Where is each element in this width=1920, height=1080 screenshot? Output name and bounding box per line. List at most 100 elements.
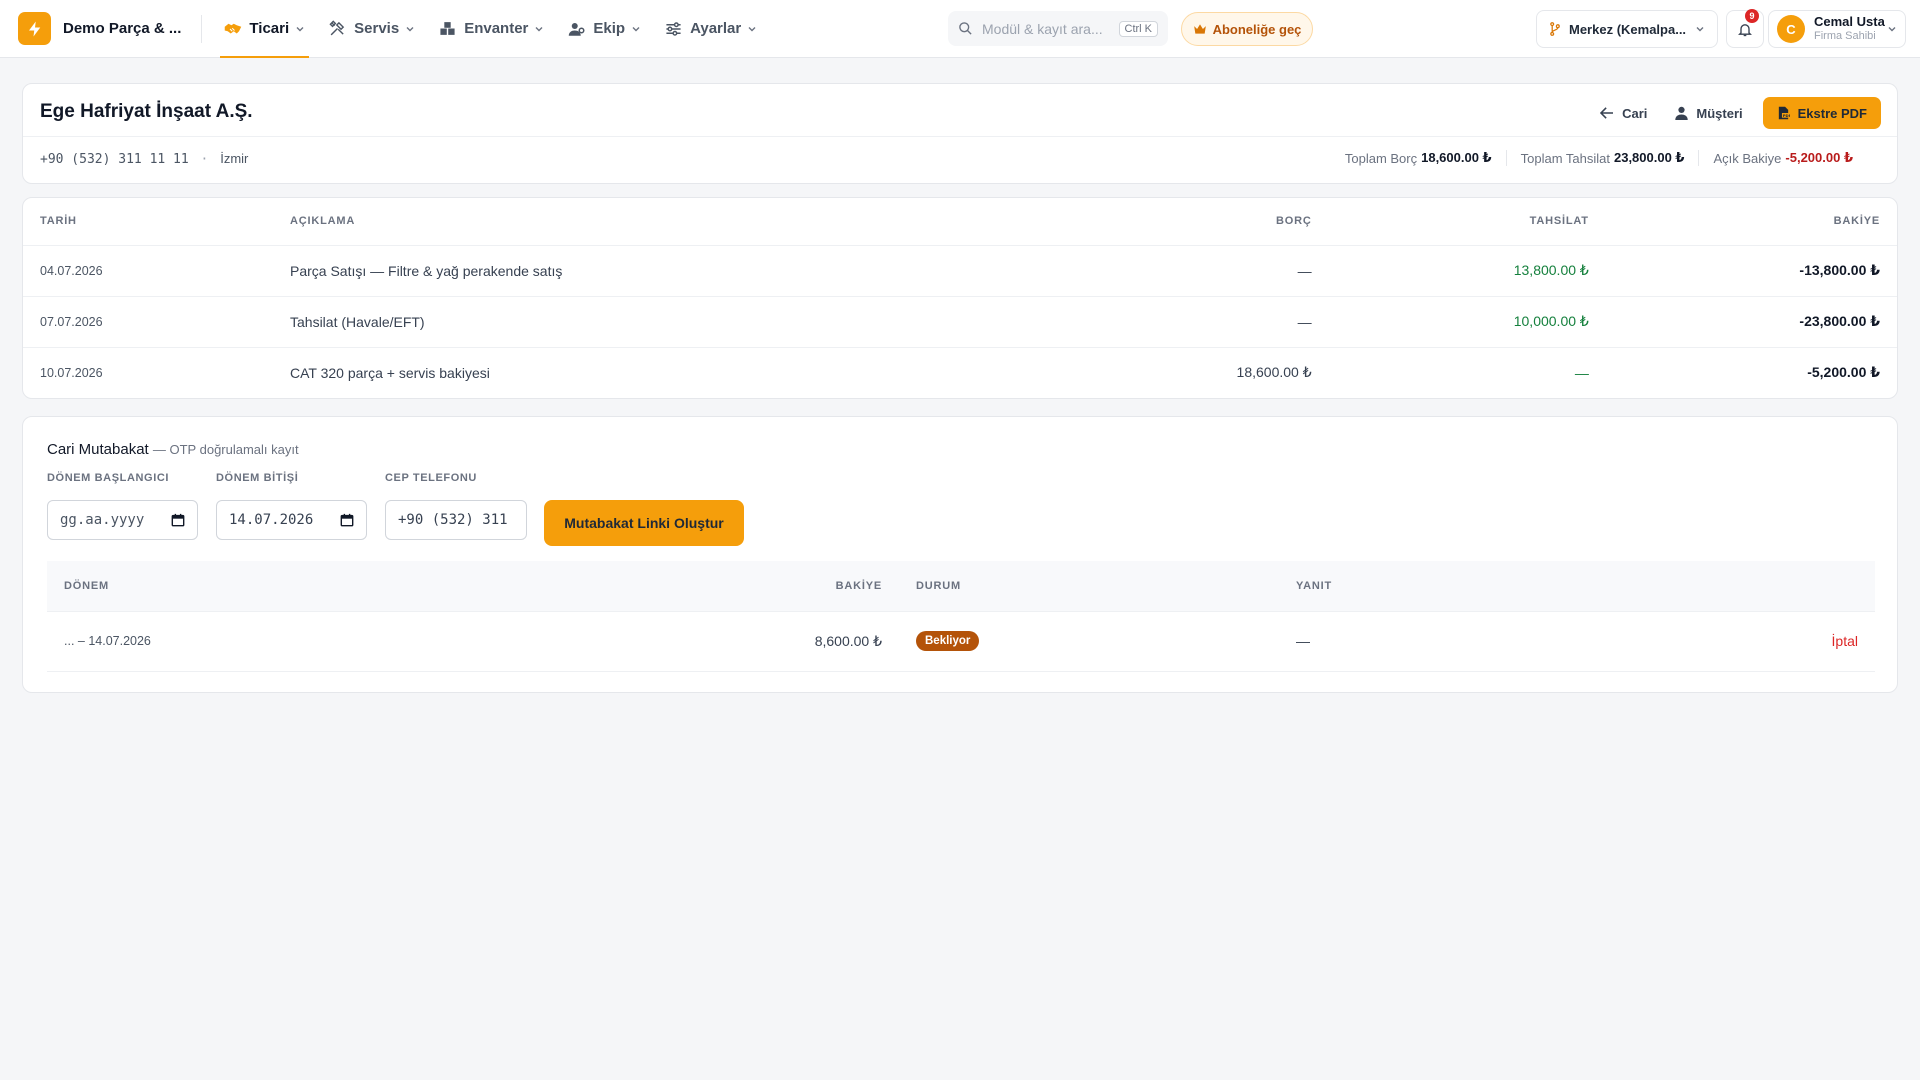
ledger-table: TARİH AÇIKLAMA BORÇ TAHSİLAT BAKİYE 04.0… bbox=[23, 198, 1897, 398]
nav-item-servis[interactable]: Servis bbox=[325, 0, 419, 58]
notifications-button[interactable]: 9 bbox=[1726, 9, 1764, 48]
divider bbox=[23, 136, 1897, 137]
lightning-logo-icon bbox=[18, 12, 51, 45]
customer-contact: +90 (532) 311 11 11 · İzmir bbox=[40, 151, 248, 167]
total-collection-value: 23,800.00 ₺ bbox=[1613, 150, 1685, 165]
chevron-down-icon bbox=[295, 24, 305, 34]
ledger-header-row: TARİH AÇIKLAMA BORÇ TAHSİLAT BAKİYE bbox=[23, 198, 1897, 246]
period-end-field[interactable]: 14.07.2026 bbox=[216, 500, 367, 540]
nav-item-envanter[interactable]: Envanter bbox=[435, 0, 548, 58]
calendar-icon bbox=[171, 513, 185, 527]
column-header-balance[interactable]: BAKİYE bbox=[1605, 198, 1897, 246]
cell-collection: 13,800.00 ₺ bbox=[1328, 245, 1606, 297]
ledger-card: TARİH AÇIKLAMA BORÇ TAHSİLAT BAKİYE 04.0… bbox=[22, 197, 1898, 399]
nav-item-ayarlar[interactable]: Ayarlar bbox=[661, 0, 761, 58]
chevron-down-icon bbox=[747, 24, 757, 34]
pdf-file-icon: PDF bbox=[1777, 106, 1790, 120]
phone-label: CEP TELEFONU bbox=[385, 472, 477, 484]
column-header-date[interactable]: TARİH bbox=[23, 198, 273, 246]
period-start-label: DÖNEM BAŞLANGICI bbox=[47, 472, 170, 484]
nav-label: Ekip bbox=[593, 20, 626, 37]
create-reconciliation-link-button[interactable]: Mutabakat Linki Oluştur bbox=[544, 500, 744, 546]
customer-name: Ege Hafriyat İnşaat A.Ş. bbox=[40, 101, 253, 122]
cell-debt: — bbox=[1051, 296, 1329, 348]
reconciliation-title: Cari Mutabakat — OTP doğrulamalı kayıt bbox=[47, 441, 299, 458]
open-balance: Açık Bakiye -5,200.00 ₺ bbox=[1698, 150, 1867, 166]
warehouse-icon bbox=[439, 20, 457, 38]
cell-status: Bekliyor bbox=[899, 611, 1279, 672]
customer-profile-button[interactable]: Müşteri bbox=[1675, 106, 1743, 121]
open-balance-value: -5,200.00 ₺ bbox=[1785, 150, 1853, 165]
reconciliation-title-main: Cari Mutabakat bbox=[47, 441, 149, 458]
period-end-label: DÖNEM BİTİŞİ bbox=[216, 472, 299, 484]
search-input[interactable]: Modül & kayıt ara... Ctrl K bbox=[948, 11, 1168, 46]
column-header-balance: BAKİYE bbox=[767, 561, 899, 612]
table-row[interactable]: 04.07.2026 Parça Satışı — Filtre & yağ p… bbox=[23, 245, 1897, 297]
reconciliation-table: DÖNEM BAKİYE DURUM YANIT ... – 14.07.202… bbox=[47, 561, 1875, 672]
upgrade-button[interactable]: Aboneliğe geç bbox=[1181, 12, 1313, 46]
cell-date: 04.07.2026 bbox=[23, 245, 273, 297]
table-row: ... – 14.07.2026 8,600.00 ₺ Bekliyor — İ… bbox=[47, 611, 1875, 672]
cell-collection: 10,000.00 ₺ bbox=[1328, 296, 1606, 348]
phone-input[interactable]: +90 (532) 311 bbox=[385, 500, 527, 540]
team-icon bbox=[568, 20, 586, 38]
notification-count-badge: 9 bbox=[1745, 9, 1759, 23]
svg-text:PDF: PDF bbox=[1782, 113, 1789, 118]
column-header-collection[interactable]: TAHSİLAT bbox=[1328, 198, 1606, 246]
table-row[interactable]: 10.07.2026 CAT 320 parça + servis bakiye… bbox=[23, 347, 1897, 398]
cell-debt: 18,600.00 ₺ bbox=[1236, 364, 1312, 381]
cell-balance: -13,800.00 ₺ bbox=[1605, 245, 1897, 297]
chevron-down-icon bbox=[534, 24, 544, 34]
column-header-debt[interactable]: BORÇ bbox=[1051, 198, 1329, 246]
contact-separator: · bbox=[200, 152, 209, 167]
top-bar: Demo Parça & ... Ticari Servis Envanter bbox=[0, 0, 1920, 58]
arrow-left-icon bbox=[1600, 107, 1614, 119]
divider bbox=[201, 14, 203, 43]
back-to-cari-button[interactable]: Cari bbox=[1600, 106, 1647, 121]
user-icon bbox=[1675, 106, 1689, 120]
cell-action: İptal bbox=[1598, 611, 1875, 672]
back-label: Cari bbox=[1622, 105, 1648, 121]
period-start-field[interactable]: gg.aa.yyyy bbox=[47, 500, 198, 540]
header-actions: Cari Müşteri PDF Ekstre PDF bbox=[1572, 97, 1881, 129]
search-icon bbox=[958, 21, 973, 36]
calendar-icon bbox=[340, 513, 354, 527]
branch-icon bbox=[1549, 22, 1561, 36]
main-nav: Ticari Servis Envanter Ekip Ayarlar bbox=[220, 0, 777, 58]
pdf-label: Ekstre PDF bbox=[1797, 105, 1867, 121]
cell-description: Tahsilat (Havale/EFT) bbox=[273, 296, 1052, 348]
tools-icon bbox=[329, 20, 347, 38]
nav-label: Envanter bbox=[464, 20, 529, 37]
avatar: C bbox=[1777, 15, 1805, 43]
branch-selector[interactable]: Merkez (Kemalpa... bbox=[1536, 10, 1718, 48]
sliders-icon bbox=[665, 20, 683, 38]
upgrade-label: Aboneliğe geç bbox=[1212, 21, 1302, 37]
chevron-down-icon bbox=[1887, 24, 1897, 34]
statement-pdf-button[interactable]: PDF Ekstre PDF bbox=[1762, 97, 1881, 129]
column-header-status: DURUM bbox=[899, 561, 1279, 612]
customer-header-card: Ege Hafriyat İnşaat A.Ş. Cari Müşteri PD… bbox=[22, 83, 1898, 184]
cell-debt: — bbox=[1051, 245, 1329, 297]
totals-summary: Toplam Borç 18,600.00 ₺ Toplam Tahsilat … bbox=[1331, 150, 1867, 166]
reconciliation-card: Cari Mutabakat — OTP doğrulamalı kayıt D… bbox=[22, 416, 1898, 693]
customer-city: İzmir bbox=[220, 151, 249, 166]
status-badge: Bekliyor bbox=[916, 631, 980, 651]
user-role: Firma Sahibi bbox=[1814, 30, 1876, 43]
period-end-value: 14.07.2026 bbox=[229, 512, 314, 528]
shortcut-hint: Ctrl K bbox=[1118, 20, 1158, 37]
column-header-period: DÖNEM bbox=[47, 561, 767, 612]
cell-response: — bbox=[1279, 611, 1599, 672]
nav-item-ekip[interactable]: Ekip bbox=[564, 0, 645, 58]
user-menu[interactable]: C Cemal Usta Firma Sahibi bbox=[1768, 10, 1906, 48]
column-header-action bbox=[1598, 561, 1875, 612]
cell-date: 10.07.2026 bbox=[40, 365, 103, 380]
brand[interactable]: Demo Parça & ... bbox=[18, 0, 181, 58]
user-name: Cemal Usta bbox=[1814, 14, 1885, 30]
brand-name: Demo Parça & ... bbox=[63, 20, 182, 37]
cancel-link[interactable]: İptal bbox=[1832, 633, 1858, 649]
table-row[interactable]: 07.07.2026 Tahsilat (Havale/EFT) — 10,00… bbox=[23, 296, 1897, 348]
column-header-description[interactable]: AÇIKLAMA bbox=[273, 198, 1052, 246]
user-info: Cemal Usta Firma Sahibi bbox=[1814, 14, 1887, 43]
nav-item-ticari[interactable]: Ticari bbox=[220, 0, 309, 58]
total-collection-label: Toplam Tahsilat bbox=[1520, 150, 1610, 166]
